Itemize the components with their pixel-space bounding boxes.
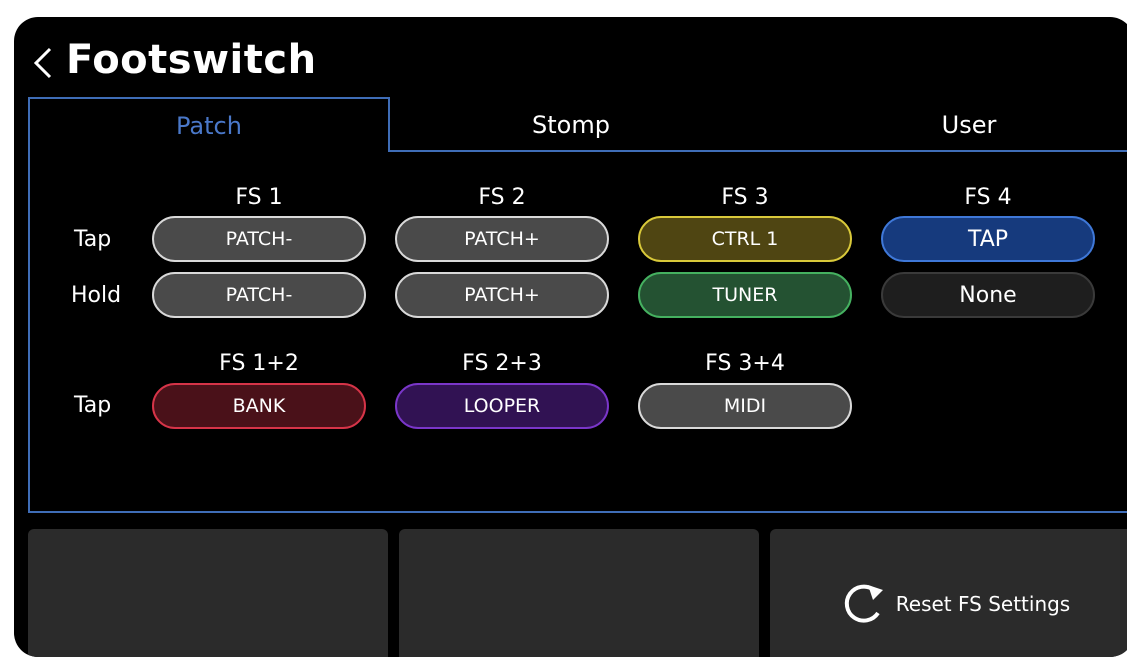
- back-chevron-icon[interactable]: [32, 45, 56, 81]
- tab-stomp[interactable]: Stomp: [390, 97, 752, 152]
- fs3-hold-button[interactable]: TUNER: [638, 272, 852, 318]
- fs2-hold-button[interactable]: PATCH+: [395, 272, 609, 318]
- bottom-button-2[interactable]: [399, 529, 759, 657]
- column-header-fs4: FS 4: [964, 185, 1012, 210]
- fs4-hold-label: None: [959, 282, 1017, 308]
- fs3-hold-label: TUNER: [712, 284, 778, 306]
- fs2-tap-label: PATCH+: [464, 228, 540, 250]
- column-header-fs1: FS 1: [235, 185, 283, 210]
- fs1-tap-button[interactable]: PATCH-: [152, 216, 366, 262]
- fs4-tap-button[interactable]: TAP: [881, 216, 1095, 262]
- fs12-tap-button[interactable]: BANK: [152, 383, 366, 429]
- tab-user[interactable]: User: [752, 97, 1127, 152]
- column-header-fs12: FS 1+2: [219, 351, 299, 376]
- reset-fs-settings-label: Reset FS Settings: [895, 592, 1071, 616]
- tab-stomp-label: Stomp: [532, 110, 610, 139]
- tab-underline: [388, 150, 1127, 152]
- column-header-fs2: FS 2: [478, 185, 526, 210]
- reset-arrow-icon: [844, 584, 883, 623]
- fs1-hold-button[interactable]: PATCH-: [152, 272, 366, 318]
- header: Footswitch: [14, 17, 1127, 97]
- fs3-tap-label: CTRL 1: [711, 228, 779, 250]
- fs23-tap-button[interactable]: LOOPER: [395, 383, 609, 429]
- combo-row-label-tap: Tap: [74, 393, 112, 418]
- tab-user-label: User: [941, 110, 997, 139]
- fs1-tap-label: PATCH-: [225, 228, 293, 250]
- tab-patch[interactable]: Patch: [28, 97, 390, 152]
- column-header-fs3: FS 3: [721, 185, 769, 210]
- fs3-tap-button[interactable]: CTRL 1: [638, 216, 852, 262]
- row-label-tap: Tap: [74, 227, 112, 252]
- reset-fs-settings-button[interactable]: Reset FS Settings: [770, 529, 1127, 657]
- fs4-tap-label: TAP: [967, 226, 1009, 252]
- row-label-hold: Hold: [71, 283, 122, 308]
- fs2-hold-label: PATCH+: [464, 284, 540, 306]
- tab-patch-label: Patch: [176, 111, 242, 140]
- device-screen: Footswitch Patch Stomp User FS 1 FS 2 FS…: [14, 17, 1127, 657]
- page-title: Footswitch: [66, 37, 317, 83]
- fs34-tap-button[interactable]: MIDI: [638, 383, 852, 429]
- fs12-tap-label: BANK: [232, 395, 286, 417]
- bottom-button-1[interactable]: [28, 529, 388, 657]
- column-header-fs34: FS 3+4: [705, 351, 785, 376]
- fs2-tap-button[interactable]: PATCH+: [395, 216, 609, 262]
- column-header-fs23: FS 2+3: [462, 351, 542, 376]
- fs1-hold-label: PATCH-: [225, 284, 293, 306]
- fs34-tap-label: MIDI: [723, 395, 767, 417]
- fs4-hold-button[interactable]: None: [881, 272, 1095, 318]
- fs23-tap-label: LOOPER: [463, 395, 541, 417]
